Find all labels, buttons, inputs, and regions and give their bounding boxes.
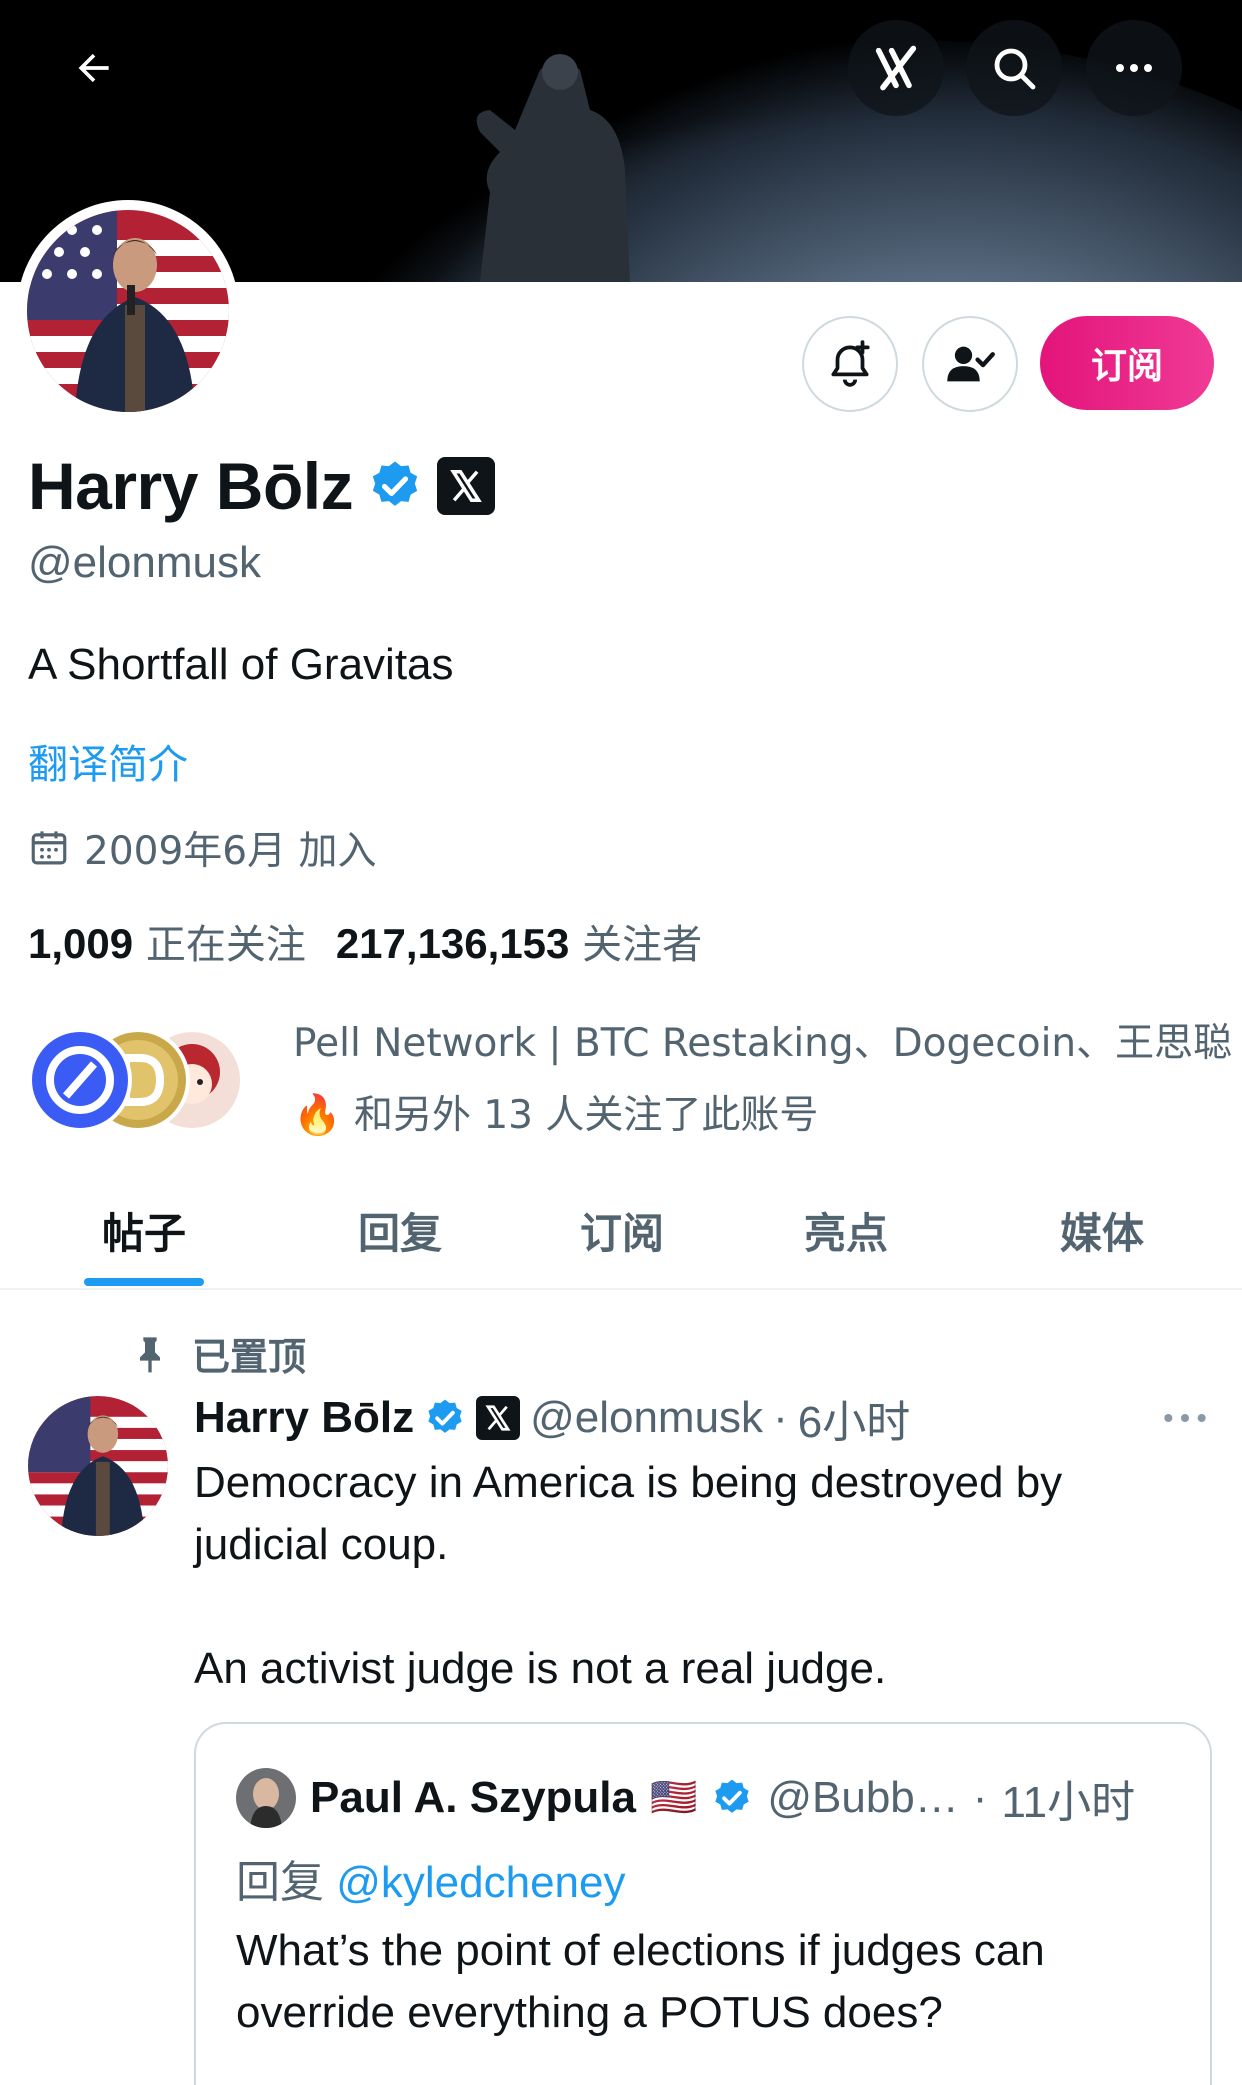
quoted-separator: · <box>972 1773 988 1822</box>
post-author-name[interactable]: Harry Bōlz <box>194 1393 414 1443</box>
quoted-post[interactable]: Paul A. Szypula 🇺🇸 @Bubb… · 11小时 回复 @kyl… <box>194 1722 1212 2085</box>
pinned-label: 已置顶 <box>192 1335 307 1379</box>
quoted-author-handle: @Bubb… <box>767 1773 959 1822</box>
profile-tabs: 帖子 回复 订阅 亮点 媒体 <box>0 1180 1242 1290</box>
tab-media[interactable]: 媒体 <box>1022 1190 1182 1270</box>
post-author-avatar[interactable] <box>28 1396 168 1536</box>
pell-network-avatar <box>28 1028 132 1132</box>
followers-label: 关注者 <box>582 922 703 968</box>
quoted-post-text: What’s the point of elections if judges … <box>236 1926 1045 2037</box>
followers-stat[interactable]: 217,136,153 关注者 <box>336 912 702 970</box>
calendar-icon <box>31 831 67 865</box>
x-logo-icon <box>437 457 496 515</box>
post-avatar-image <box>28 1396 168 1536</box>
x-logo-icon <box>476 1396 521 1440</box>
post-text-spacer <box>194 1576 1194 1638</box>
tab-highlights[interactable]: 亮点 <box>766 1190 926 1270</box>
profile-handle: @elonmusk <box>28 538 261 587</box>
profile-avatar[interactable] <box>17 200 239 422</box>
tab-posts[interactable]: 帖子 <box>64 1190 224 1270</box>
grok-button[interactable] <box>848 20 944 116</box>
more-button[interactable] <box>1086 20 1182 116</box>
avatar-image <box>27 210 229 412</box>
tab-replies[interactable]: 回复 <box>320 1190 480 1270</box>
grok-icon <box>875 45 917 91</box>
back-arrow-icon <box>78 53 109 83</box>
post-author-handle[interactable]: @elonmusk <box>530 1393 763 1443</box>
reply-prefix: 回复 <box>236 1858 324 1907</box>
tab-subscriptions[interactable]: 订阅 <box>542 1190 702 1270</box>
known-followers[interactable]: Pell Network | BTC Restaking、Dogecoin、王思… <box>28 1008 1232 1148</box>
follow-stats: 1,009 正在关注 217,136,153 关注者 <box>28 912 702 970</box>
profile-name-row: Harry Bōlz <box>28 448 496 524</box>
post-separator: · <box>773 1393 788 1442</box>
profile-name: Harry Bōlz <box>28 449 354 523</box>
following-label: 正在关注 <box>145 922 306 968</box>
verified-icon <box>372 461 418 506</box>
following-stat[interactable]: 1,009 正在关注 <box>28 912 306 970</box>
joined-text: 2009年6月 加入 <box>84 829 377 874</box>
us-flag-icon: 🇺🇸 <box>650 1777 698 1819</box>
post-header: Harry Bōlz @elonmusk · 6小时 <box>194 1386 910 1450</box>
post-text-line: Democracy in America is being destroyed … <box>194 1458 1063 1569</box>
following-button[interactable] <box>922 316 1018 412</box>
profile-bio: A Shortfall of Gravitas <box>28 640 454 689</box>
quoted-author-name: Paul A. Szypula <box>310 1773 637 1822</box>
post-text-line: An activist judge is not a real judge. <box>194 1644 887 1693</box>
bell-plus-icon <box>831 340 870 387</box>
translate-bio-link[interactable]: 翻译简介 <box>28 732 188 790</box>
following-count: 1,009 <box>28 920 134 967</box>
post-more-button[interactable] <box>1160 1398 1210 1443</box>
notifications-button[interactable] <box>802 316 898 412</box>
verified-icon <box>715 1779 749 1813</box>
search-button[interactable] <box>966 20 1062 116</box>
post-time[interactable]: 6小时 <box>798 1386 910 1450</box>
quoted-author-avatar <box>236 1768 296 1828</box>
joined-date: 2009年6月 加入 <box>28 820 376 876</box>
reply-to-link[interactable]: @kyledcheney <box>336 1858 625 1907</box>
back-button[interactable] <box>62 36 126 100</box>
more-icon <box>1116 64 1152 72</box>
search-icon <box>994 48 1036 90</box>
subscribe-button[interactable]: 订阅 <box>1040 316 1214 410</box>
known-followers-text: Pell Network | BTC Restaking、Dogecoin、王思… <box>293 1021 1233 1138</box>
quoted-reply-context: 回复 @kyledcheney <box>236 1846 626 1910</box>
pinned-indicator: 已置顶 <box>130 1326 306 1381</box>
verified-icon <box>428 1399 462 1433</box>
active-tab-indicator <box>84 1278 204 1286</box>
quoted-time: 11小时 <box>1001 1778 1136 1827</box>
quoted-post-header: Paul A. Szypula 🇺🇸 @Bubb… · 11小时 <box>236 1766 1135 1830</box>
post-body[interactable]: Democracy in America is being destroyed … <box>194 1452 1194 1700</box>
more-icon <box>1164 1414 1206 1422</box>
user-check-icon <box>947 346 995 382</box>
followers-count: 217,136,153 <box>335 920 570 967</box>
pin-icon <box>140 1336 160 1372</box>
banner-astronaut <box>476 54 630 282</box>
